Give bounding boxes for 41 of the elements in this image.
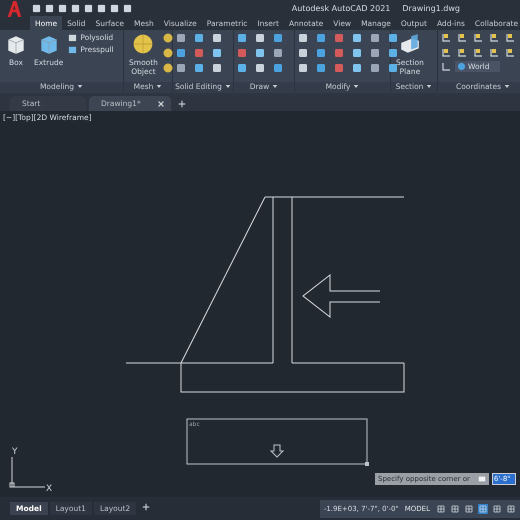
- ucs-icon[interactable]: [473, 33, 483, 43]
- ucs-icon[interactable]: [473, 48, 483, 58]
- ucs-axis-icon: [10, 456, 46, 488]
- ucs-icon[interactable]: [441, 33, 451, 43]
- close-icon[interactable]: [157, 100, 165, 108]
- ucs-icon[interactable]: [505, 48, 515, 58]
- autocad-logo-icon[interactable]: [6, 0, 22, 19]
- sphere-icon[interactable]: [162, 48, 173, 58]
- status-toggle-icon[interactable]: [436, 504, 446, 514]
- window-title: Autodesk AutoCAD 2021: [292, 4, 390, 12]
- sphere-icon[interactable]: [162, 63, 173, 73]
- ucs-icon[interactable]: [441, 48, 451, 58]
- ucs-icon[interactable]: [489, 48, 499, 58]
- caret-icon: [353, 84, 360, 89]
- status-toggle-icon[interactable]: [492, 504, 502, 514]
- ucs-icon[interactable]: [457, 48, 467, 58]
- y-axis-label: Y: [12, 447, 18, 457]
- status-toggle-icon[interactable]: [506, 504, 516, 514]
- x-axis-label: X: [46, 484, 52, 494]
- ucs-icon[interactable]: [505, 33, 515, 43]
- status-toggle-icon[interactable]: [478, 504, 488, 514]
- status-toggle-icon[interactable]: [450, 504, 460, 514]
- down-arrow-icon: [270, 444, 284, 458]
- caret-icon: [77, 84, 84, 89]
- caret-icon: [504, 84, 510, 89]
- caret-icon: [156, 84, 162, 89]
- file-name: Drawing1.dwg: [402, 4, 460, 12]
- status-toggle-icon[interactable]: [464, 504, 474, 514]
- caret-icon: [224, 84, 231, 89]
- grip-handle[interactable]: [365, 462, 369, 466]
- caret-icon: [272, 84, 278, 89]
- ucs-icon[interactable]: [457, 33, 467, 43]
- ucs-icon[interactable]: [489, 33, 499, 43]
- sphere-icon: [132, 33, 154, 55]
- caret-icon: [426, 84, 432, 89]
- section-plane-icon: [398, 33, 421, 55]
- globe-icon: [457, 62, 466, 71]
- sphere-icon[interactable]: [162, 33, 173, 43]
- add-icon[interactable]: [142, 503, 150, 511]
- ucs-icon[interactable]: [441, 62, 451, 72]
- add-icon[interactable]: [178, 100, 186, 108]
